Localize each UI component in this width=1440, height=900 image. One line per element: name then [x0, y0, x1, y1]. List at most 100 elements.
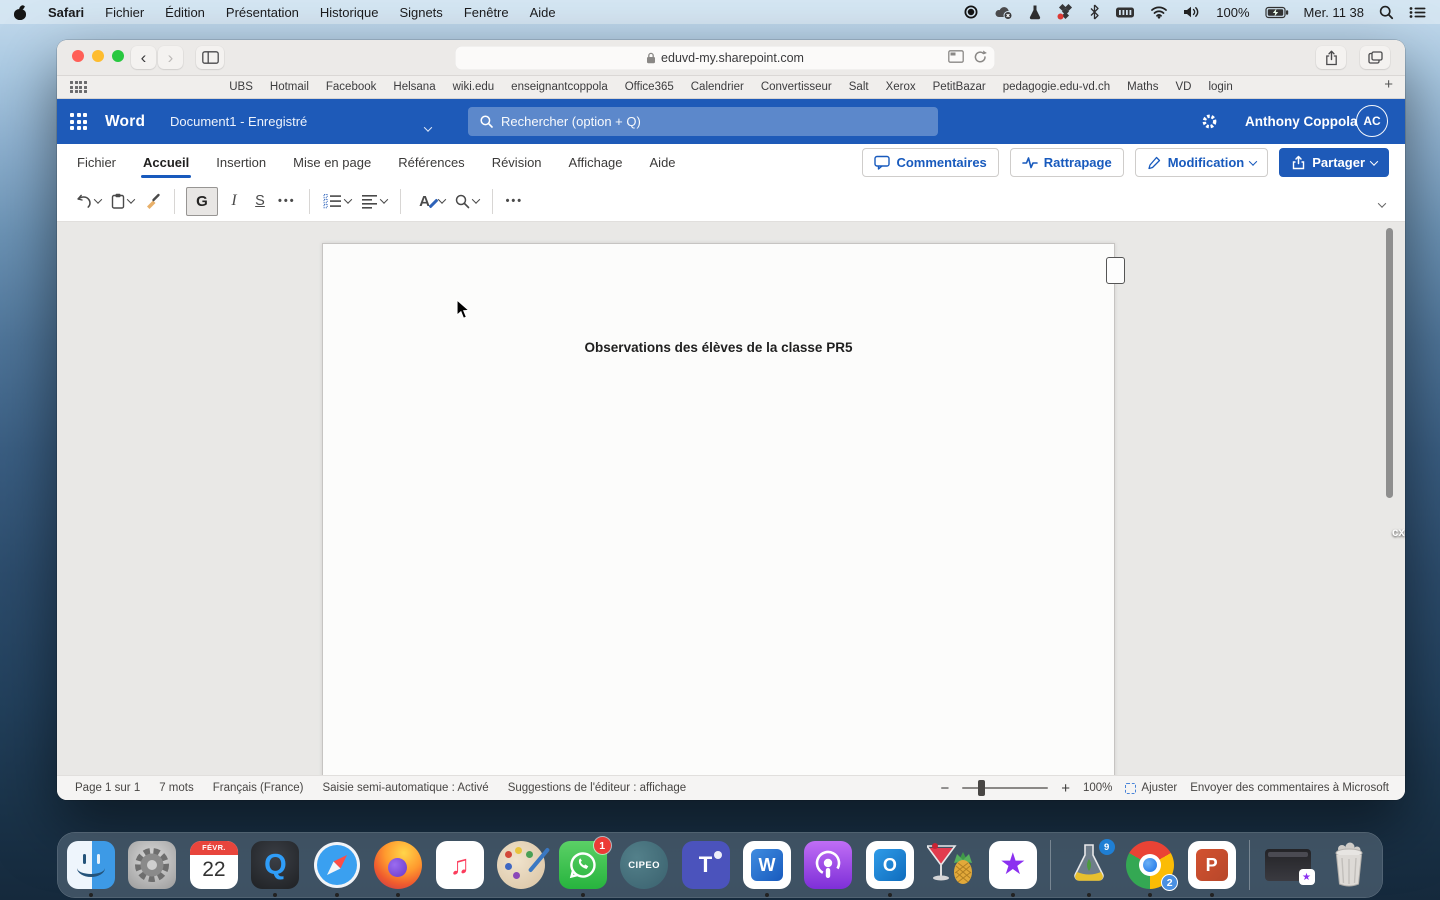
- address-bar[interactable]: eduvd-my.sharepoint.com: [455, 46, 995, 70]
- minimize-window-button[interactable]: [92, 50, 104, 62]
- bookmark-office365[interactable]: Office365: [625, 81, 674, 93]
- comments-button[interactable]: Commentaires: [862, 148, 998, 177]
- find-button[interactable]: [450, 187, 484, 215]
- bookmark-vd[interactable]: VD: [1175, 81, 1191, 93]
- fit-page-button[interactable]: Ajuster: [1125, 782, 1177, 794]
- tab-aide[interactable]: Aide: [650, 144, 676, 181]
- dock-chrome[interactable]: 2: [1126, 841, 1174, 889]
- tab-accueil[interactable]: Accueil: [143, 144, 189, 181]
- cloud-sync-icon[interactable]: [994, 5, 1013, 20]
- tab-insertion[interactable]: Insertion: [216, 144, 266, 181]
- dock-music[interactable]: ♫: [436, 841, 484, 889]
- dock-tropical-app[interactable]: [927, 841, 975, 889]
- menu-signets[interactable]: Signets: [399, 5, 442, 20]
- settings-gear-icon[interactable]: [1201, 113, 1218, 135]
- bookmark-salt[interactable]: Salt: [849, 81, 869, 93]
- bullet-list-button[interactable]: [318, 187, 356, 215]
- dock-finder[interactable]: [67, 841, 115, 889]
- dock-calendar[interactable]: FÉVR. 22: [190, 841, 238, 889]
- dock-cipeo[interactable]: CIPEO: [620, 841, 668, 889]
- menu-aide[interactable]: Aide: [530, 5, 556, 20]
- word-app-name[interactable]: Word: [105, 113, 145, 131]
- screen-record-icon[interactable]: [963, 4, 979, 20]
- zoom-slider[interactable]: [962, 787, 1048, 789]
- zoom-window-button[interactable]: [112, 50, 124, 62]
- paste-button[interactable]: [106, 187, 139, 215]
- language-status[interactable]: Français (France): [213, 782, 304, 794]
- document-canvas[interactable]: Observations des élèves de la classe PR5: [57, 222, 1405, 775]
- share-document-button[interactable]: Partager: [1279, 148, 1389, 177]
- bookmark-calendrier[interactable]: Calendrier: [691, 81, 744, 93]
- styles-button[interactable]: A: [409, 187, 450, 215]
- dock-safari[interactable]: [313, 841, 361, 889]
- bluetooth-icon[interactable]: [1089, 4, 1100, 20]
- dock-teams[interactable]: T: [682, 841, 730, 889]
- app-launcher-icon[interactable]: [70, 113, 87, 130]
- zoom-in-button[interactable]: +: [1061, 780, 1070, 797]
- menu-edition[interactable]: Édition: [165, 5, 205, 20]
- more-formatting-button[interactable]: •••: [273, 187, 301, 215]
- page-format-icon[interactable]: [948, 50, 964, 63]
- dock-system-preferences[interactable]: [128, 841, 176, 889]
- dock-podcasts[interactable]: [804, 841, 852, 889]
- bookmark-xerox[interactable]: Xerox: [886, 81, 916, 93]
- autocorrect-status[interactable]: Saisie semi-automatique : Activé: [322, 782, 488, 794]
- vertical-scrollbar[interactable]: [1386, 228, 1393, 498]
- zoom-out-button[interactable]: −: [940, 780, 949, 797]
- bookmark-enseignantcoppola[interactable]: enseignantcoppola: [511, 81, 608, 93]
- underline-button[interactable]: S: [247, 187, 273, 215]
- menu-bar-clock[interactable]: Mer. 11 38: [1304, 5, 1364, 20]
- menu-fenetre[interactable]: Fenêtre: [464, 5, 509, 20]
- dock-word[interactable]: W: [743, 841, 791, 889]
- overflow-button[interactable]: •••: [501, 187, 529, 215]
- close-window-button[interactable]: [72, 50, 84, 62]
- volume-icon[interactable]: [1183, 5, 1201, 19]
- tab-affichage[interactable]: Affichage: [569, 144, 623, 181]
- catch-up-button[interactable]: Rattrapage: [1010, 148, 1124, 177]
- format-painter-button[interactable]: [139, 187, 166, 215]
- bookmark-pedagogie[interactable]: pedagogie.edu-vd.ch: [1003, 81, 1110, 93]
- word-count[interactable]: 7 mots: [159, 782, 194, 794]
- editor-suggestions-status[interactable]: Suggestions de l'éditeur : affichage: [508, 782, 686, 794]
- alignment-button[interactable]: [356, 187, 392, 215]
- comment-anchor-widget[interactable]: [1106, 257, 1125, 284]
- bookmark-wiki-edu[interactable]: wiki.edu: [453, 81, 495, 93]
- dock-firefox[interactable]: [374, 841, 422, 889]
- bookmark-helsana[interactable]: Helsana: [393, 81, 435, 93]
- document-page[interactable]: Observations des élèves de la classe PR5: [322, 243, 1115, 775]
- bookmark-convertisseur[interactable]: Convertisseur: [761, 81, 832, 93]
- dock-whatsapp[interactable]: 1: [559, 841, 607, 889]
- bookmarks-grid-icon[interactable]: [70, 81, 87, 93]
- bookmark-facebook[interactable]: Facebook: [326, 81, 377, 93]
- keyboard-icon[interactable]: [1115, 6, 1135, 19]
- bookmark-petitbazar[interactable]: PetitBazar: [933, 81, 986, 93]
- bookmark-hotmail[interactable]: Hotmail: [270, 81, 309, 93]
- spotlight-icon[interactable]: [1379, 5, 1394, 20]
- back-button[interactable]: ‹: [131, 46, 156, 69]
- bold-button[interactable]: G: [186, 187, 218, 216]
- bookmark-ubs[interactable]: UBS: [229, 81, 253, 93]
- control-center-icon[interactable]: [1409, 6, 1426, 19]
- tab-fichier[interactable]: Fichier: [77, 144, 116, 181]
- flask-menu-icon[interactable]: [1028, 4, 1042, 20]
- wifi-icon[interactable]: [1150, 5, 1168, 19]
- dock-science-flask[interactable]: 9: [1065, 841, 1113, 889]
- document-title-text[interactable]: Observations des élèves de la classe PR5: [323, 340, 1114, 355]
- dock-outlook[interactable]: O: [866, 841, 914, 889]
- page-count[interactable]: Page 1 sur 1: [75, 782, 140, 794]
- menu-presentation[interactable]: Présentation: [226, 5, 299, 20]
- menu-fichier[interactable]: Fichier: [105, 5, 144, 20]
- feedback-link[interactable]: Envoyer des commentaires à Microsoft: [1190, 782, 1389, 794]
- search-input[interactable]: Rechercher (option + Q): [468, 107, 938, 136]
- document-name[interactable]: Document1 - Enregistré: [170, 114, 307, 129]
- dock-imovie[interactable]: ★: [989, 841, 1037, 889]
- tab-mise-en-page[interactable]: Mise en page: [293, 144, 371, 181]
- reload-icon[interactable]: [974, 50, 987, 64]
- menu-historique[interactable]: Historique: [320, 5, 379, 20]
- forward-button[interactable]: ›: [158, 46, 183, 69]
- bookmark-maths[interactable]: Maths: [1127, 81, 1158, 93]
- dock-powerpoint[interactable]: P: [1188, 841, 1236, 889]
- menu-app-name[interactable]: Safari: [48, 5, 84, 20]
- italic-button[interactable]: I: [221, 187, 247, 215]
- desktop-file-label[interactable]: cx: [1392, 527, 1405, 539]
